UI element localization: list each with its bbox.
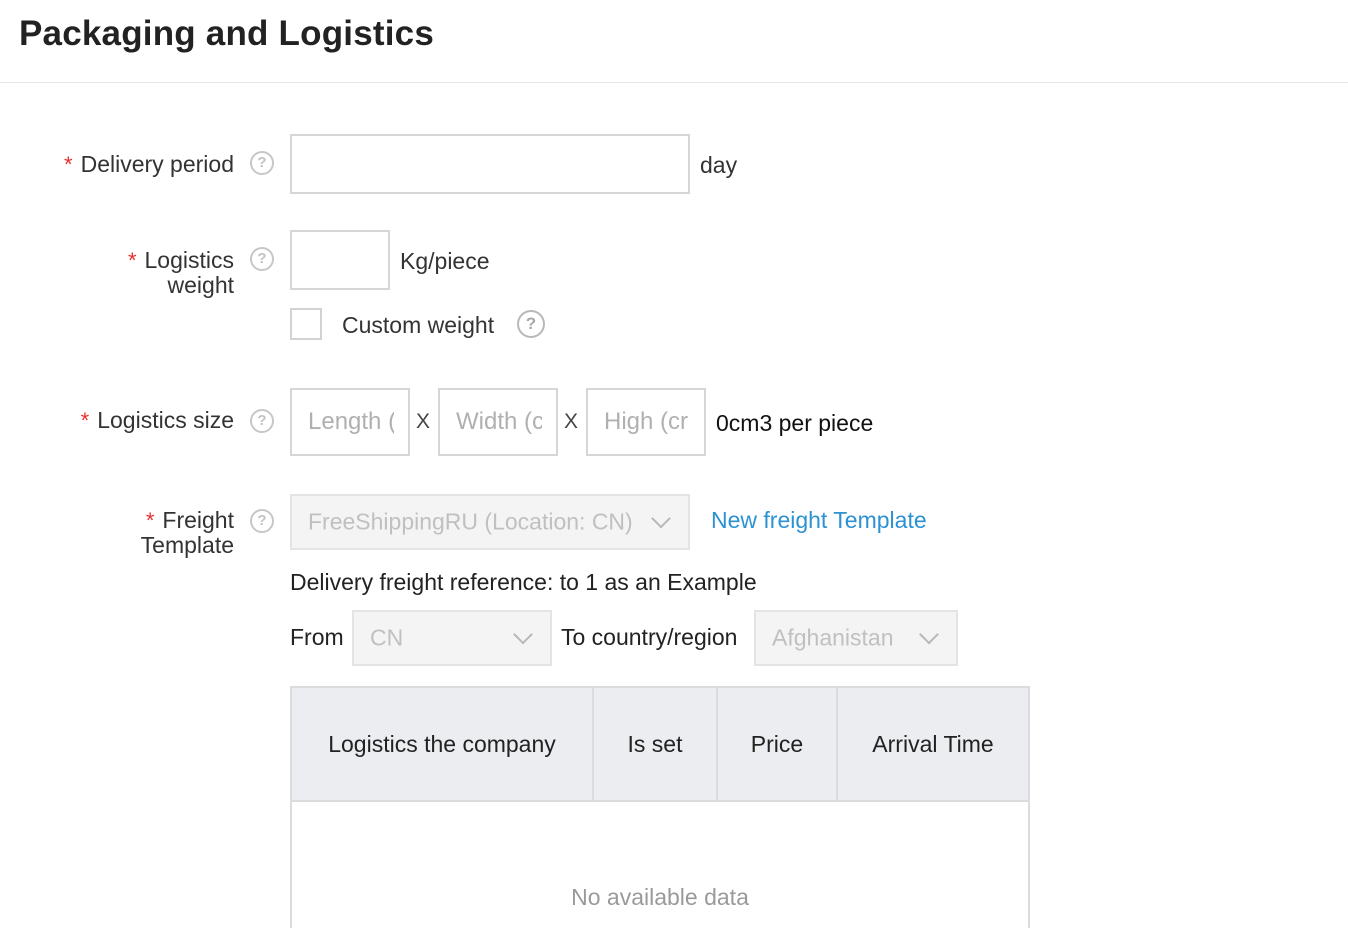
times-separator: X	[564, 410, 579, 433]
height-input[interactable]: High (cr	[586, 388, 706, 456]
logistics-weight-input[interactable]	[290, 230, 390, 290]
delivery-period-unit: day	[700, 152, 738, 178]
column-header-company: Logistics the company	[292, 688, 594, 800]
length-input[interactable]: Length (	[290, 388, 410, 456]
freight-template-label: * Freight Template	[140, 507, 234, 558]
help-icon[interactable]: ?	[250, 247, 274, 271]
column-header-price: Price	[718, 688, 838, 800]
from-label: From	[290, 624, 344, 650]
help-icon[interactable]: ?	[250, 151, 274, 175]
help-icon[interactable]: ?	[250, 509, 274, 533]
new-freight-template-link[interactable]: New freight Template	[711, 507, 927, 534]
chevron-down-icon	[919, 624, 939, 645]
required-mark: *	[127, 248, 137, 273]
table-empty-message: No available data	[571, 884, 749, 910]
column-header-arrival-time: Arrival Time	[872, 730, 994, 757]
column-header-is-set: Is set	[594, 688, 718, 800]
page-header: Packaging and Logistics	[0, 0, 1348, 83]
required-mark: *	[145, 508, 155, 533]
delivery-period-label: * Delivery period	[64, 151, 234, 177]
logistics-weight-label: * Logistics weight	[127, 247, 234, 298]
required-mark: *	[64, 152, 73, 177]
chevron-down-icon	[651, 508, 671, 529]
custom-weight-label: Custom weight	[342, 312, 495, 338]
freight-reference-text: Delivery freight reference: to 1 as an E…	[290, 569, 757, 595]
page-title: Packaging and Logistics	[19, 14, 434, 53]
times-separator: X	[416, 410, 431, 433]
to-country-select[interactable]: Afghanistan	[754, 610, 958, 666]
volume-text: 0cm3 per piece	[716, 410, 874, 436]
delivery-period-input[interactable]	[290, 134, 690, 194]
help-icon[interactable]: ?	[250, 409, 274, 433]
logistics-size-label: * Logistics size	[80, 407, 234, 433]
from-country-select[interactable]: CN	[352, 610, 552, 666]
freight-template-select[interactable]: FreeShippingRU (Location: CN)	[290, 494, 690, 550]
custom-weight-checkbox[interactable]	[290, 308, 322, 340]
to-country-label: To country/region	[561, 624, 738, 650]
logistics-weight-unit: Kg/piece	[400, 248, 490, 274]
table-header: Logistics the company Is set Price Arriv…	[292, 688, 1028, 802]
logistics-table: Logistics the company Is set Price Arriv…	[290, 686, 1030, 928]
chevron-down-icon	[513, 624, 533, 645]
width-input[interactable]: Width (c	[438, 388, 558, 456]
required-mark: *	[80, 408, 90, 433]
custom-weight-help-icon[interactable]: ?	[517, 310, 545, 338]
